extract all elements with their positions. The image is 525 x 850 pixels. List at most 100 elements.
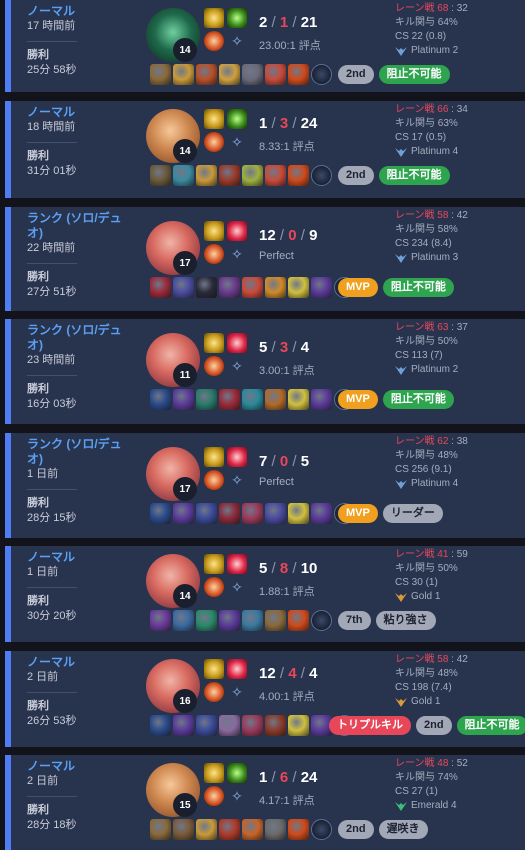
item-icon[interactable] bbox=[288, 715, 309, 736]
kda: 5 / 3 / 4 bbox=[259, 339, 309, 356]
item-icon[interactable] bbox=[265, 165, 286, 186]
item-icon[interactable] bbox=[173, 715, 194, 736]
item-icon[interactable] bbox=[242, 277, 263, 298]
match-stats: レーン戦 62 : 38 キル関与 48% CS 256 (9.1) Platinum… bbox=[395, 435, 468, 491]
divider bbox=[27, 142, 77, 143]
item-icon[interactable] bbox=[173, 277, 194, 298]
match-meta: ノーマル 17 時間前 勝利 25分 58秒 bbox=[27, 4, 127, 78]
item-icon[interactable] bbox=[311, 277, 332, 298]
match-card[interactable]: ランク (ソロ/デュオ) 22 時間前 勝利 27分 51秒 17 ✧ 12 / 0 / 9… bbox=[5, 207, 525, 311]
item-icon[interactable] bbox=[265, 503, 286, 524]
lane-score-opponent: 37 bbox=[456, 322, 468, 333]
item-icon[interactable] bbox=[150, 277, 171, 298]
heal-spell-icon bbox=[227, 554, 247, 574]
assists: 4 bbox=[309, 665, 318, 682]
match-card[interactable]: ノーマル 17 時間前 勝利 25分 58秒 14 ✧ 2 / 1 / 21 23.00:1 … bbox=[5, 0, 525, 92]
item-icon[interactable] bbox=[265, 819, 286, 840]
match-card[interactable]: ノーマル 2 日前 勝利 28分 18秒 15 ✧ 1 / 6 / 24 4.17:1 評点 レ… bbox=[5, 755, 525, 850]
match-card[interactable]: ランク (ソロ/デュオ) 1 日前 勝利 28分 15秒 17 ✧ 7 / 0 / 5 Per… bbox=[5, 433, 525, 538]
item-icon[interactable] bbox=[173, 503, 194, 524]
item-icon[interactable] bbox=[173, 64, 194, 85]
item-icon[interactable] bbox=[196, 503, 217, 524]
item-icon[interactable] bbox=[288, 64, 309, 85]
item-icon[interactable] bbox=[242, 715, 263, 736]
item-icon[interactable] bbox=[196, 64, 217, 85]
item-icon[interactable] bbox=[196, 277, 217, 298]
item-icon[interactable] bbox=[219, 503, 240, 524]
item-icon[interactable] bbox=[196, 165, 217, 186]
item-icon[interactable] bbox=[150, 610, 171, 631]
item-icon[interactable] bbox=[311, 503, 332, 524]
lane-score-value: レーン戦 41 bbox=[395, 549, 449, 560]
item-icon[interactable] bbox=[288, 389, 309, 410]
item-icon[interactable] bbox=[288, 610, 309, 631]
item-icon[interactable] bbox=[265, 715, 286, 736]
deaths: 3 bbox=[279, 339, 289, 356]
assists: 24 bbox=[300, 769, 318, 786]
match-card[interactable]: ランク (ソロ/デュオ) 23 時間前 勝利 16分 03秒 11 ✧ 5 / 3 / 43… bbox=[5, 319, 525, 424]
average-tier: Platinum 4 bbox=[395, 145, 468, 159]
badge: 阻止不可能 bbox=[382, 278, 454, 297]
item-icon[interactable] bbox=[173, 610, 194, 631]
secondary-rune-icon: ✧ bbox=[231, 357, 243, 374]
item-icon[interactable] bbox=[242, 389, 263, 410]
item-icon[interactable] bbox=[265, 610, 286, 631]
item-icon[interactable] bbox=[242, 64, 263, 85]
lane-score-value: レーン戦 58 bbox=[395, 210, 449, 221]
ward-icon[interactable] bbox=[311, 610, 332, 631]
item-icon[interactable] bbox=[173, 819, 194, 840]
item-icon[interactable] bbox=[265, 277, 286, 298]
ward-icon[interactable] bbox=[311, 165, 332, 186]
item-icon[interactable] bbox=[196, 819, 217, 840]
tier-wing-icon bbox=[395, 147, 407, 157]
match-card[interactable]: ノーマル 1 日前 勝利 30分 20秒 14 ✧ 5 / 8 / 10 1.88:1 評点 レ… bbox=[5, 546, 525, 642]
item-icon[interactable] bbox=[311, 389, 332, 410]
ward-icon[interactable] bbox=[311, 64, 332, 85]
item-icon[interactable] bbox=[288, 503, 309, 524]
divider bbox=[27, 41, 77, 42]
item-icon[interactable] bbox=[242, 165, 263, 186]
item-build bbox=[150, 165, 332, 186]
heal-spell-icon bbox=[227, 221, 247, 241]
average-tier: Gold 1 bbox=[395, 695, 468, 709]
item-icon[interactable] bbox=[242, 819, 263, 840]
item-icon[interactable] bbox=[219, 389, 240, 410]
time-ago: 1 日前 bbox=[27, 468, 59, 480]
item-icon[interactable] bbox=[288, 165, 309, 186]
badge: 阻止不可能 bbox=[382, 390, 454, 409]
item-icon[interactable] bbox=[265, 389, 286, 410]
item-icon[interactable] bbox=[219, 277, 240, 298]
item-icon[interactable] bbox=[219, 819, 240, 840]
item-icon[interactable] bbox=[173, 165, 194, 186]
match-history-list: ノーマル 17 時間前 勝利 25分 58秒 14 ✧ 2 / 1 / 21 23.00:1 … bbox=[0, 0, 525, 850]
flash-spell-icon bbox=[204, 8, 224, 28]
item-icon[interactable] bbox=[150, 819, 171, 840]
champion-level: 14 bbox=[173, 584, 197, 608]
item-icon[interactable] bbox=[150, 64, 171, 85]
match-card[interactable]: ノーマル 2 日前 勝利 26分 53秒 16 ✧ 12 / 4 / 4 4.00:1 評点 レ… bbox=[5, 651, 525, 747]
assists: 9 bbox=[309, 227, 318, 244]
item-icon[interactable] bbox=[242, 503, 263, 524]
badge: 2nd bbox=[338, 166, 374, 185]
item-icon[interactable] bbox=[196, 715, 217, 736]
item-icon[interactable] bbox=[219, 610, 240, 631]
item-icon[interactable] bbox=[150, 165, 171, 186]
item-icon[interactable] bbox=[173, 389, 194, 410]
item-icon[interactable] bbox=[288, 819, 309, 840]
item-icon[interactable] bbox=[150, 715, 171, 736]
item-icon[interactable] bbox=[242, 610, 263, 631]
item-icon[interactable] bbox=[150, 503, 171, 524]
item-icon[interactable] bbox=[265, 64, 286, 85]
item-icon[interactable] bbox=[196, 389, 217, 410]
item-icon[interactable] bbox=[219, 715, 240, 736]
kda-ratio: Perfect bbox=[259, 250, 294, 262]
item-icon[interactable] bbox=[288, 277, 309, 298]
item-icon[interactable] bbox=[150, 389, 171, 410]
item-icon[interactable] bbox=[219, 64, 240, 85]
match-card[interactable]: ノーマル 18 時間前 勝利 31分 01秒 14 ✧ 1 / 3 / 24 8.33:1 評… bbox=[5, 101, 525, 198]
item-icon[interactable] bbox=[196, 610, 217, 631]
ward-icon[interactable] bbox=[311, 819, 332, 840]
creep-score: CS 234 (8.4) bbox=[395, 238, 452, 249]
kda-separator: / bbox=[296, 665, 310, 682]
item-icon[interactable] bbox=[219, 165, 240, 186]
